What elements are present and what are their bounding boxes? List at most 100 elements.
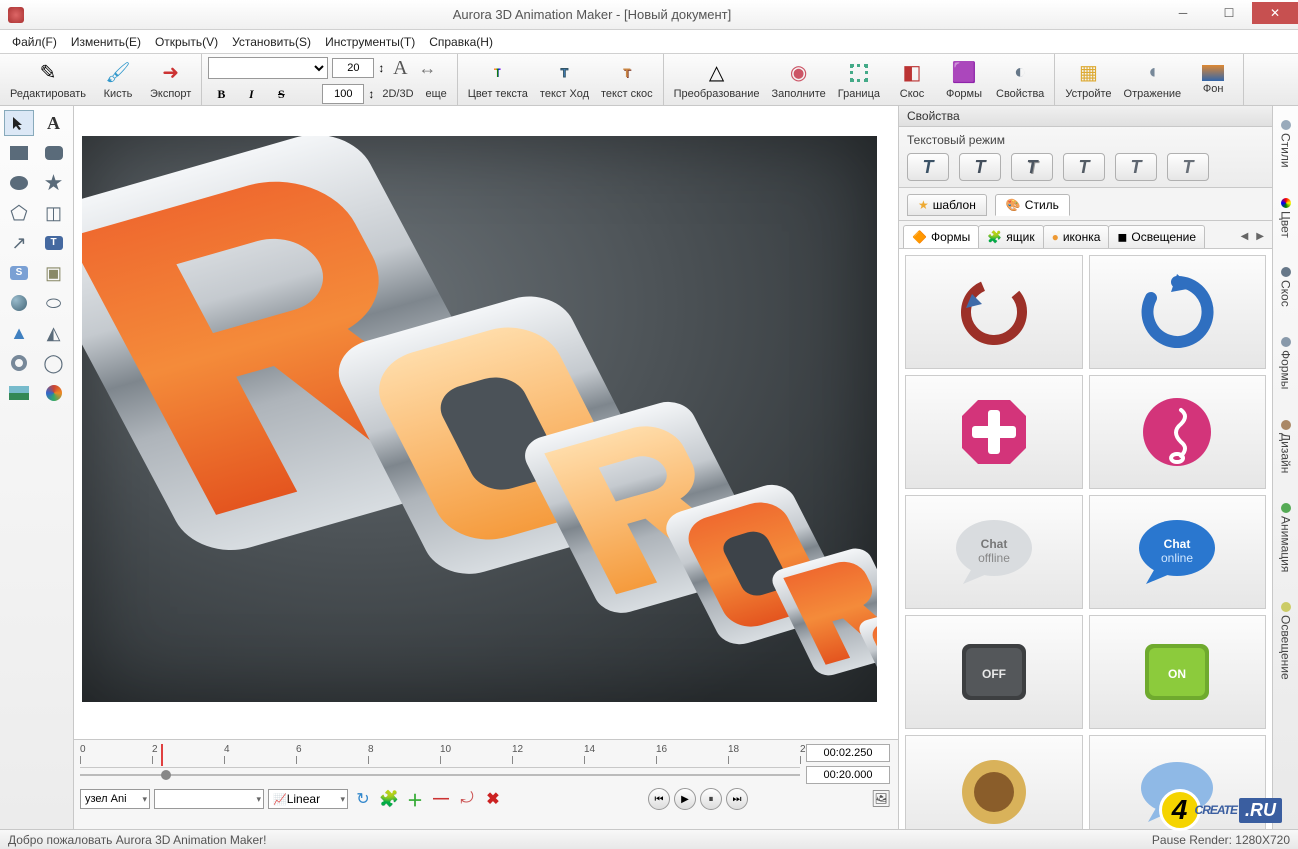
properties-button[interactable]: ◐Свойства — [992, 55, 1048, 105]
tube-tool[interactable]: ◯ — [39, 350, 69, 376]
cat-prev[interactable]: ◀ — [1237, 229, 1253, 244]
image-tool[interactable] — [4, 380, 34, 406]
cat-light[interactable]: ◼Освещение — [1108, 225, 1205, 248]
shape-reload-ring[interactable] — [905, 255, 1083, 369]
more-link[interactable]: еще — [422, 86, 451, 102]
s-tool[interactable]: S — [4, 260, 34, 286]
toggle-2d3d[interactable]: 2D/3D — [378, 86, 417, 102]
shape-on-button[interactable]: ON — [1089, 615, 1267, 729]
arrange-button[interactable]: ▦Устройте — [1061, 55, 1115, 105]
box-tool[interactable]: ▣ — [39, 260, 69, 286]
text-mode-4[interactable]: T — [1063, 153, 1105, 181]
menu-help[interactable]: Справка(H) — [423, 33, 499, 51]
background-button[interactable]: Фон — [1189, 55, 1237, 105]
transform-button[interactable]: △Преобразование — [670, 55, 764, 105]
snapshot-icon[interactable]: 🖼 — [870, 789, 892, 809]
play-button[interactable]: ▶ — [674, 788, 696, 810]
shape-pink-music[interactable] — [1089, 375, 1267, 489]
tab-style[interactable]: 🎨Стиль — [995, 194, 1070, 216]
text-color-button[interactable]: TЦвет текста — [464, 55, 532, 105]
cat-box[interactable]: 🧩ящик — [978, 225, 1043, 248]
prism-tool[interactable]: ◭ — [39, 320, 69, 346]
torus-tool[interactable] — [4, 350, 34, 376]
delete-icon[interactable]: ✖ — [482, 789, 504, 809]
add-key-icon[interactable]: 🧩 — [378, 789, 400, 809]
arrow-tool[interactable]: ↗ — [4, 230, 34, 256]
pointer-tool[interactable] — [4, 110, 34, 136]
minus-icon[interactable]: — — [430, 789, 452, 809]
menu-view[interactable]: Открыть(V) — [149, 33, 224, 51]
border-button[interactable]: Граница — [834, 55, 884, 105]
reflect-button[interactable]: ◖Отражение — [1120, 55, 1186, 105]
minimize-button[interactable]: ─ — [1160, 2, 1206, 24]
animation-combo[interactable] — [154, 789, 264, 809]
text-mode-1[interactable]: T — [907, 153, 949, 181]
menu-setup[interactable]: Установить(S) — [226, 33, 317, 51]
shape-badge-puzzle[interactable] — [905, 735, 1083, 829]
italic-button[interactable]: I — [238, 81, 264, 107]
roundrect-tool[interactable] — [39, 140, 69, 166]
text-stroke-button[interactable]: Tтекст Ход — [536, 55, 593, 105]
edit-button[interactable]: ✎Редактировать — [6, 55, 90, 105]
shape-off-button[interactable]: OFF — [905, 615, 1083, 729]
side-tab-design[interactable]: Дизайн — [1277, 414, 1295, 479]
refresh-icon[interactable]: ↻ — [352, 789, 374, 809]
ellipse-tool[interactable] — [4, 170, 34, 196]
cylinder-tool[interactable]: ⬭ — [39, 290, 69, 316]
pause-button[interactable]: ⏸ — [700, 788, 722, 810]
bold-button[interactable]: B — [208, 81, 234, 107]
text-tool[interactable]: A — [39, 110, 69, 136]
side-tab-styles[interactable]: Стили — [1277, 114, 1295, 174]
close-button[interactable]: ✕ — [1252, 2, 1298, 24]
shape-chat-online[interactable]: Chatonline — [1089, 495, 1267, 609]
slider-knob[interactable] — [161, 770, 171, 780]
node-combo[interactable]: узел Ani — [80, 789, 150, 809]
cone-tool[interactable]: ▲ — [4, 320, 34, 346]
brush-button[interactable]: 🖌Кисть — [94, 55, 142, 105]
text3d-tool[interactable]: T — [39, 230, 69, 256]
shapes-button[interactable]: 🟪Формы — [940, 55, 988, 105]
goto-end[interactable]: ⏭ — [726, 788, 748, 810]
star-tool[interactable]: ★ — [39, 170, 69, 196]
font-size-b[interactable]: 100 — [322, 84, 364, 104]
pentagon-tool[interactable]: ⬠ — [4, 200, 34, 226]
menu-tools[interactable]: Инструменты(T) — [319, 33, 421, 51]
menu-edit[interactable]: Изменить(E) — [65, 33, 147, 51]
key-icon[interactable]: ⤾ — [456, 789, 478, 809]
cat-shapes[interactable]: 🔶Формы — [903, 225, 979, 248]
canvas-scroll[interactable] — [74, 106, 898, 739]
text-mode-5[interactable]: T — [1115, 153, 1157, 181]
shape-gallery[interactable]: Chatoffline Chatonline OFF ON ? — [899, 249, 1272, 829]
menu-file[interactable]: Файл(F) — [6, 33, 63, 51]
text-mode-2[interactable]: T — [959, 153, 1001, 181]
timeline-slider[interactable] — [80, 774, 800, 776]
playhead[interactable] — [161, 744, 163, 766]
side-tab-bevel[interactable]: Скос — [1277, 261, 1295, 313]
bevel-button[interactable]: ◧Скос — [888, 55, 936, 105]
export-button[interactable]: ➜Экспорт — [146, 55, 195, 105]
shape-chat-offline[interactable]: Chatoffline — [905, 495, 1083, 609]
rect-tool[interactable] — [4, 140, 34, 166]
timeline-ruler[interactable]: 0 2 4 6 8 10 12 14 16 18 20 — [80, 744, 800, 768]
particle-tool[interactable] — [39, 380, 69, 406]
side-tab-light[interactable]: Освещение — [1277, 596, 1295, 686]
cat-icon[interactable]: ●иконка — [1043, 225, 1110, 248]
font-size-a[interactable]: 20 — [332, 58, 374, 78]
plus-icon[interactable]: ＋ — [404, 789, 426, 809]
spin-icon-2[interactable]: ↕ — [368, 87, 374, 101]
arrow-icon[interactable]: ↔ — [416, 57, 438, 79]
goto-start[interactable]: ⏮ — [648, 788, 670, 810]
side-tab-color[interactable]: Цвет — [1277, 192, 1295, 244]
sphere-tool[interactable] — [4, 290, 34, 316]
time-total[interactable]: 00:20.000 — [806, 766, 890, 784]
maximize-button[interactable]: ☐ — [1206, 2, 1252, 24]
time-current[interactable]: 00:02.250 — [806, 744, 890, 762]
side-tab-shapes[interactable]: Формы — [1277, 331, 1295, 395]
text-bevel-button[interactable]: Tтекст скос — [597, 55, 657, 105]
strike-button[interactable]: S — [268, 81, 294, 107]
side-tab-animation[interactable]: Анимация — [1277, 497, 1295, 578]
shape-pink-plus[interactable] — [905, 375, 1083, 489]
text-a-icon[interactable]: A — [388, 57, 412, 79]
fill-button[interactable]: ◉Заполните — [768, 55, 830, 105]
shape-blue-arrow-ring[interactable] — [1089, 255, 1267, 369]
